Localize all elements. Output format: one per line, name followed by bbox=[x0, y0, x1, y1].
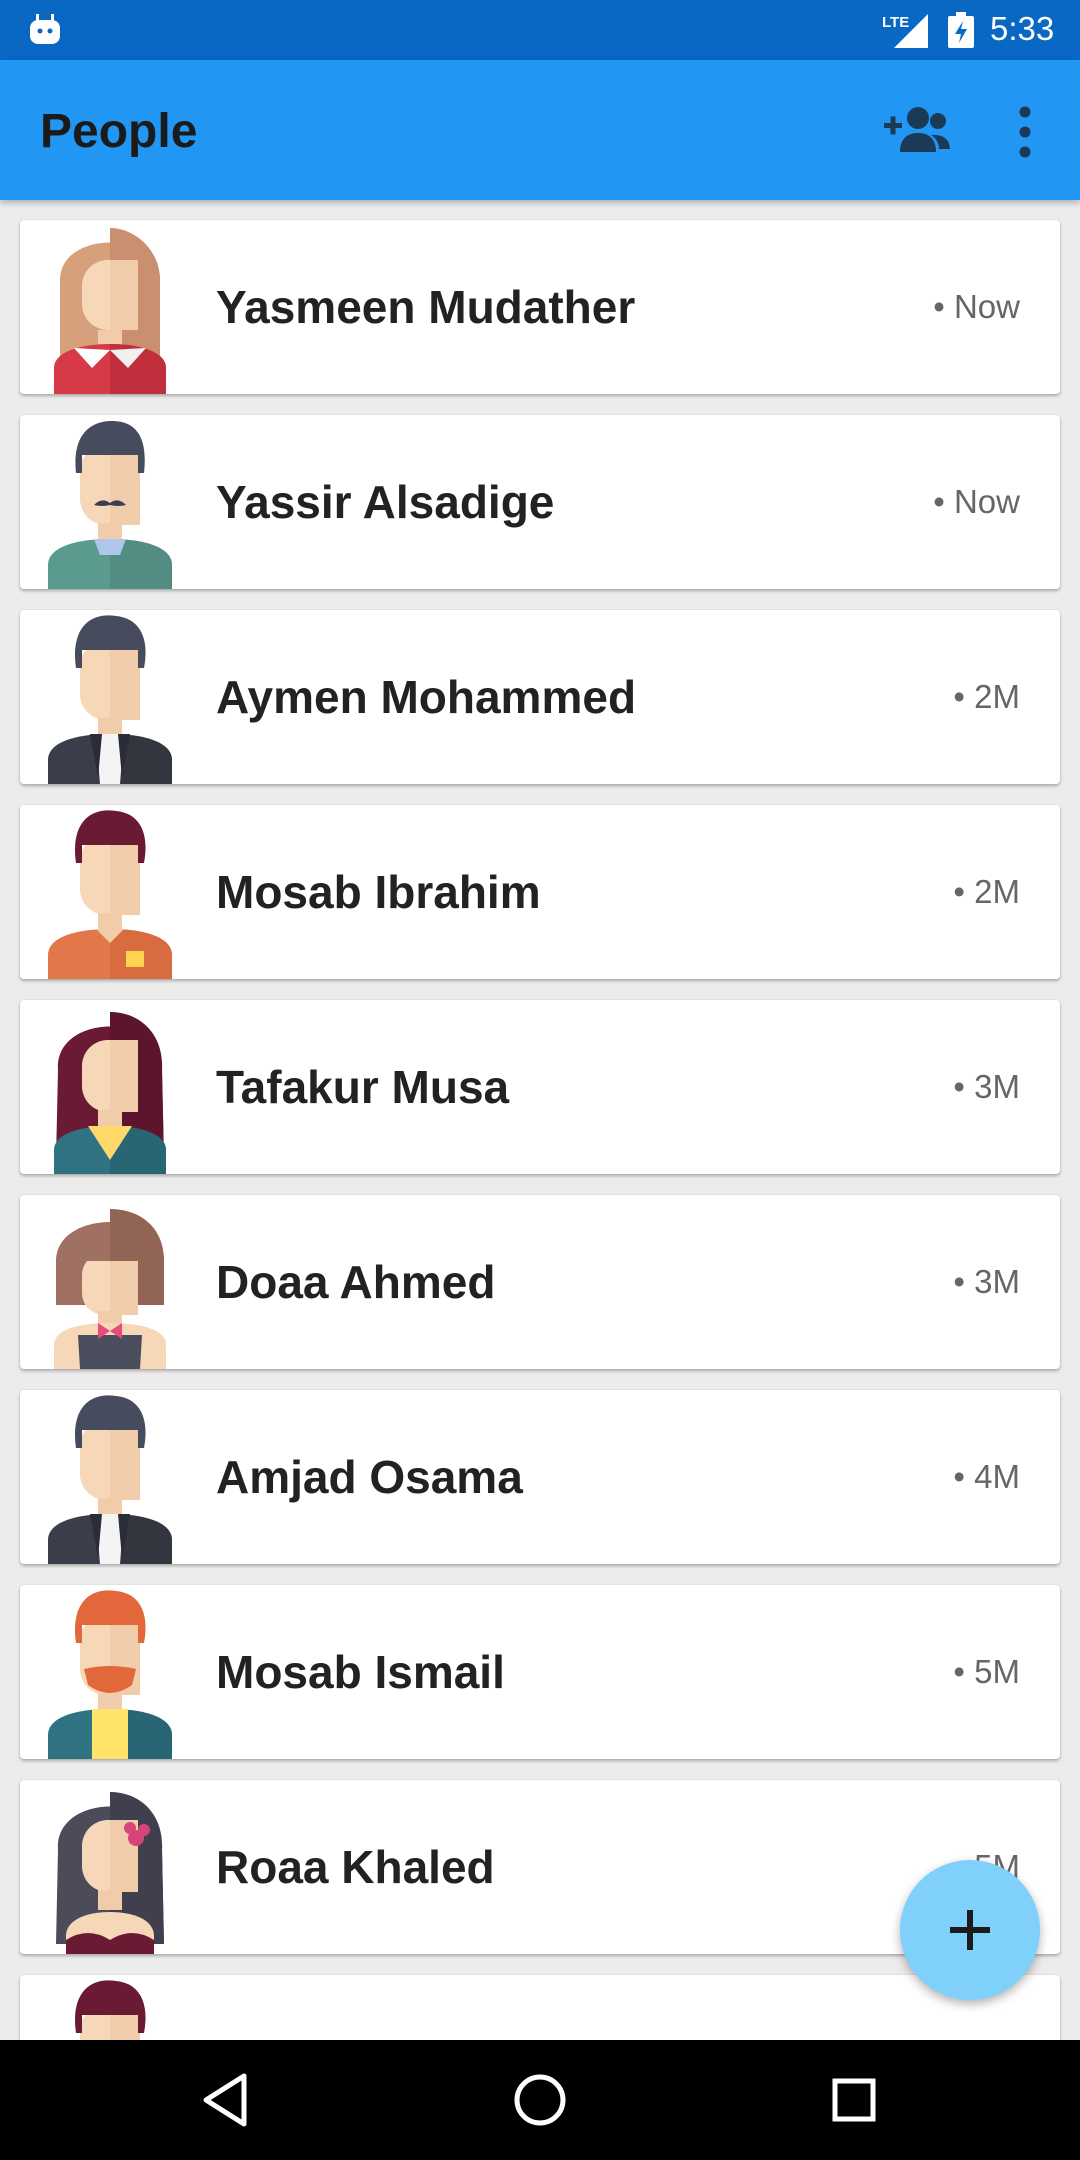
page-title: People bbox=[40, 105, 198, 158]
list-item[interactable]: Amjad Osama • 4M bbox=[20, 1390, 1060, 1564]
last-seen: • 2M bbox=[953, 873, 1020, 910]
list-item[interactable]: Tafakur Musa • 3M bbox=[20, 1000, 1060, 1174]
last-seen: • Now bbox=[933, 483, 1020, 520]
male-ginger-beard-avatar bbox=[48, 1590, 172, 1759]
list-item[interactable]: Yasmeen Mudather • Now bbox=[20, 220, 1060, 394]
status-bar: LTE 5:33 bbox=[0, 0, 1080, 60]
add-fab-button[interactable] bbox=[900, 1860, 1040, 2000]
navigation-bar bbox=[0, 2040, 1080, 2160]
last-seen: • 3M bbox=[953, 1068, 1020, 1105]
more-vert-icon[interactable] bbox=[1008, 104, 1042, 160]
person-name: Mosab Ismail bbox=[216, 1646, 505, 1698]
list-item[interactable]: Doaa Ahmed • 3M bbox=[20, 1195, 1060, 1369]
back-icon[interactable] bbox=[194, 2068, 258, 2132]
person-name: Tafakur Musa bbox=[216, 1061, 510, 1113]
list-item[interactable]: Yassir Alsadige • Now bbox=[20, 415, 1060, 589]
person-name: Amjad Osama bbox=[216, 1451, 523, 1503]
person-name: Aymen Mohammed bbox=[216, 671, 637, 723]
last-seen: • 4M bbox=[953, 1458, 1020, 1495]
android-robot-icon bbox=[30, 14, 60, 44]
recents-icon[interactable] bbox=[822, 2068, 886, 2132]
last-seen: • 5M bbox=[953, 1653, 1020, 1690]
male-orange-shirt-avatar bbox=[48, 810, 172, 979]
list-item[interactable]: Mosab Ismail • 5M bbox=[20, 1585, 1060, 1759]
person-name: Doaa Ahmed bbox=[216, 1256, 496, 1308]
list-item[interactable] bbox=[20, 1975, 1060, 2040]
add-person-icon[interactable] bbox=[884, 104, 954, 156]
app-bar: People bbox=[0, 60, 1080, 200]
person-name: Yassir Alsadige bbox=[216, 476, 555, 528]
list-item[interactable]: Aymen Mohammed • 2M bbox=[20, 610, 1060, 784]
list-item[interactable]: Mosab Ibrahim • 2M bbox=[20, 805, 1060, 979]
person-name: Roaa Khaled bbox=[216, 1841, 495, 1893]
female-bowtie-avatar bbox=[54, 1209, 166, 1369]
plus-icon bbox=[950, 1910, 990, 1950]
male-suit-avatar bbox=[48, 1395, 172, 1564]
clock: 5:33 bbox=[990, 10, 1055, 47]
male-dark-red-hair-avatar bbox=[75, 1980, 146, 2040]
male-mustache-avatar bbox=[48, 421, 172, 589]
battery-charging-icon bbox=[948, 12, 974, 48]
last-seen: • 2M bbox=[953, 678, 1020, 715]
people-list[interactable]: Yasmeen Mudather • Now Yassir Alsadige •… bbox=[0, 200, 1080, 2040]
male-suit-avatar bbox=[48, 615, 172, 784]
last-seen: • Now bbox=[933, 288, 1020, 325]
home-icon[interactable] bbox=[508, 2068, 572, 2132]
female-flower-avatar bbox=[56, 1792, 164, 1954]
person-name: Yasmeen Mudather bbox=[216, 281, 636, 333]
female-long-hair-avatar bbox=[54, 1012, 166, 1174]
network-type: LTE bbox=[882, 14, 910, 31]
last-seen: • 3M bbox=[953, 1263, 1020, 1300]
female-red-shirt-avatar bbox=[54, 228, 166, 394]
person-name: Mosab Ibrahim bbox=[216, 866, 541, 918]
